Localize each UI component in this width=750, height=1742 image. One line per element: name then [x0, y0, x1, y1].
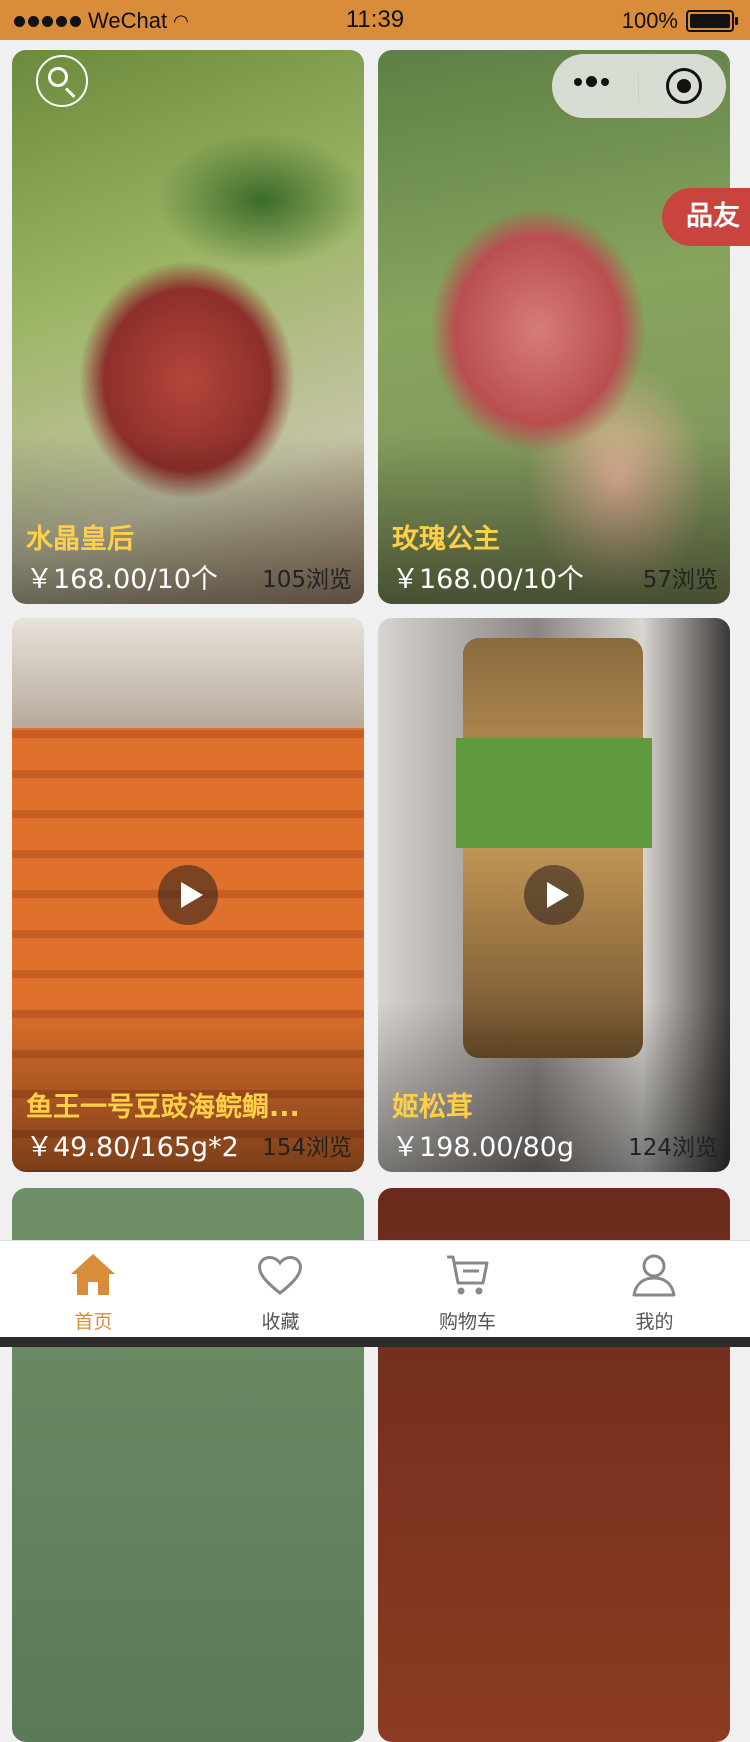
tab-favorites[interactable]: 收藏 [187, 1241, 374, 1337]
battery: 100% [621, 8, 738, 34]
tab-label: 首页 [74, 1311, 113, 1333]
product-views: 124浏览 [628, 1135, 718, 1161]
tab-home[interactable]: 首页 [0, 1241, 187, 1337]
product-card[interactable]: 水晶皇后 ￥168.00/10个 105浏览 [12, 50, 364, 604]
product-views: 105浏览 [262, 567, 352, 593]
product-name: 玫瑰公主 [392, 524, 500, 555]
product-card[interactable]: 玫瑰公主 ￥168.00/10个 57浏览 [378, 50, 730, 604]
tab-bar: 首页 收藏 购物车 我的 [0, 1240, 750, 1347]
battery-label: 100% [621, 8, 678, 33]
cart-icon [447, 1255, 489, 1295]
tab-label: 购物车 [438, 1311, 496, 1333]
product-views: 57浏览 [642, 567, 718, 593]
more-icon[interactable] [574, 76, 609, 87]
home-icon [71, 1254, 115, 1295]
search-icon [48, 67, 68, 87]
play-icon[interactable] [158, 865, 218, 925]
play-icon[interactable] [524, 865, 584, 925]
product-price: ￥49.80/165g*2 [26, 1132, 239, 1163]
close-target-icon[interactable] [666, 68, 702, 104]
product-name: 姬松茸 [392, 1092, 473, 1123]
user-icon [632, 1254, 676, 1297]
tab-label: 我的 [635, 1311, 674, 1333]
product-price: ￥168.00/10个 [26, 564, 218, 595]
product-name: 鱼王一号豆豉海鲩鲷... [26, 1092, 300, 1123]
product-price: ￥168.00/10个 [392, 564, 584, 595]
pinyou-side-tab[interactable]: 品友 [662, 188, 750, 246]
product-card[interactable]: 鱼王一号豆豉海鲩鲷... ￥49.80/165g*2 154浏览 [12, 618, 364, 1172]
product-card[interactable]: 姬松茸 ￥198.00/80g 124浏览 [378, 618, 730, 1172]
heart-icon [258, 1256, 302, 1295]
tab-cart[interactable]: 购物车 [374, 1241, 561, 1337]
status-bar: WeChat ◠ 11:39 100% [0, 0, 750, 40]
product-views: 154浏览 [262, 1135, 352, 1161]
tab-profile[interactable]: 我的 [561, 1241, 748, 1337]
tab-label: 收藏 [261, 1311, 300, 1333]
battery-icon [686, 10, 738, 32]
product-name: 水晶皇后 [26, 524, 134, 555]
miniprogram-capsule [552, 54, 726, 118]
search-button[interactable] [36, 55, 88, 107]
product-price: ￥198.00/80g [392, 1132, 575, 1163]
